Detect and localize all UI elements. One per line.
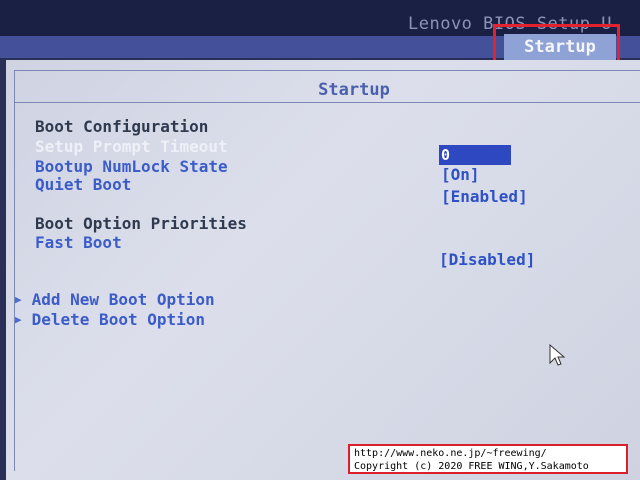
quiet-boot-label[interactable]: Quiet Boot [35, 175, 131, 194]
bootup-numlock-state-value[interactable]: [On] [441, 165, 480, 184]
boot-option-priorities-heading: Boot Option Priorities [35, 214, 247, 233]
bios-screen: Lenovo BIOS Setup U Startup Startup Boot… [0, 0, 640, 480]
delete-boot-option-label: Delete Boot Option [31, 310, 206, 329]
quiet-boot-value[interactable]: [Enabled] [441, 187, 528, 206]
fast-boot-label[interactable]: Fast Boot [35, 233, 122, 252]
credit-url: http://www.neko.ne.jp/~freewing/ [354, 448, 547, 459]
credit-watermark: http://www.neko.ne.jp/~freewing/ Copyrig… [348, 444, 628, 474]
submenu-arrow-icon: ▶ [15, 293, 22, 306]
title-divider [14, 102, 640, 103]
fast-boot-value[interactable]: [Disabled] [439, 250, 535, 269]
panel-title: Startup [318, 80, 390, 100]
add-new-boot-option-label: Add New Boot Option [31, 290, 215, 309]
boot-configuration-heading: Boot Configuration [35, 117, 209, 136]
setup-prompt-timeout-input[interactable]: 0 [439, 145, 511, 165]
delete-boot-option-item[interactable]: ▶ Delete Boot Option [15, 310, 205, 329]
mouse-cursor-icon [549, 344, 566, 366]
bootup-numlock-state-label[interactable]: Bootup NumLock State [35, 157, 228, 176]
add-new-boot-option-item[interactable]: ▶ Add New Boot Option [15, 290, 215, 309]
credit-copyright: Copyright (c) 2020 FREE WING,Y.Sakamoto [354, 461, 589, 472]
setup-prompt-timeout-label[interactable]: Setup Prompt Timeout [35, 137, 228, 156]
submenu-arrow-icon: ▶ [15, 313, 22, 326]
